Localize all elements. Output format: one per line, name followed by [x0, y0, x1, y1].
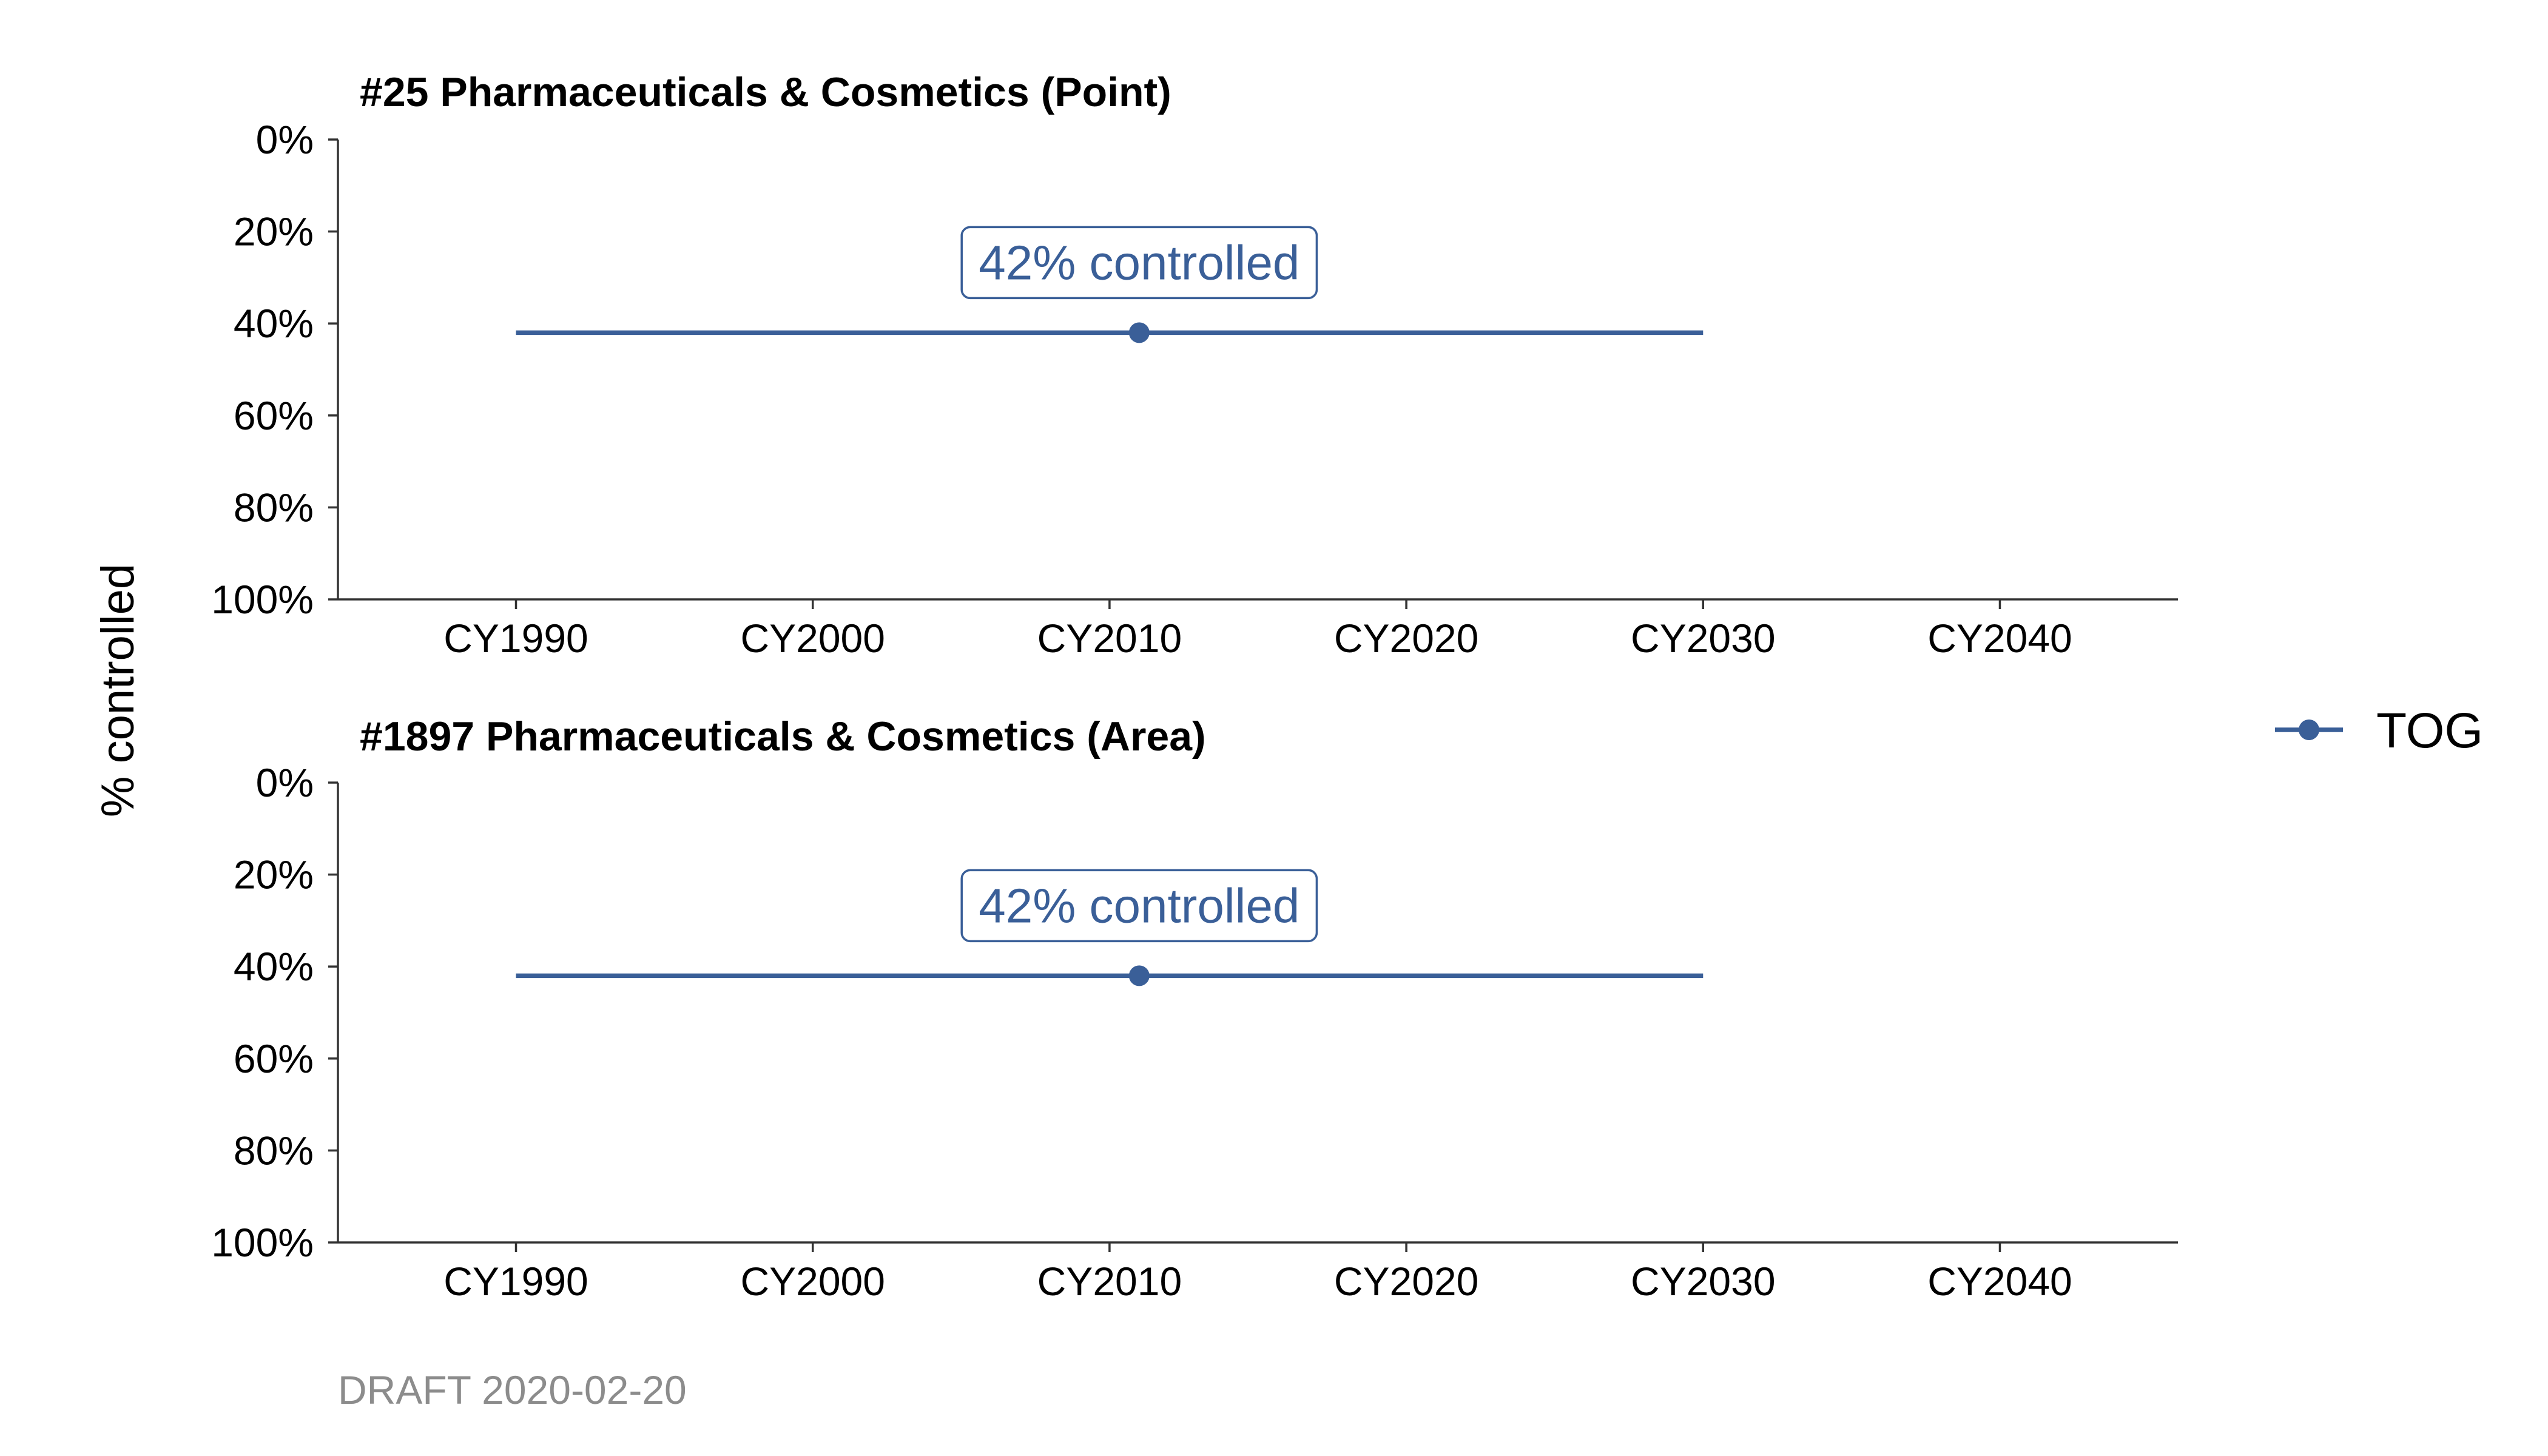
y-tick-label: 0%	[256, 117, 314, 162]
x-tick-label: CY1990	[443, 1259, 588, 1304]
x-tick-label: CY2040	[1927, 1259, 2072, 1304]
x-tick-label: CY2020	[1334, 1259, 1479, 1304]
panel-title: #25 Pharmaceuticals & Cosmetics (Point)	[360, 69, 1171, 115]
y-tick-label: 0%	[256, 760, 314, 805]
x-tick-label: CY1990	[443, 616, 588, 661]
x-tick-label: CY2010	[1037, 616, 1182, 661]
series-point-tog	[1128, 965, 1150, 986]
y-tick-label: 100%	[211, 577, 314, 622]
panel-2: #1897 Pharmaceuticals & Cosmetics (Area)…	[211, 713, 2178, 1304]
legend-point-tog	[2299, 720, 2319, 740]
y-tick-label: 40%	[234, 944, 314, 989]
y-tick-label: 60%	[234, 393, 314, 438]
y-tick-label: 20%	[234, 209, 314, 254]
y-tick-label: 100%	[211, 1220, 314, 1265]
legend-label: TOG	[2376, 703, 2483, 758]
x-tick-label: CY2030	[1631, 1259, 1776, 1304]
annotation-label: 42% controlled	[979, 235, 1299, 289]
x-tick-label: CY2010	[1037, 1259, 1182, 1304]
y-tick-label: 80%	[234, 485, 314, 530]
panel-title: #1897 Pharmaceuticals & Cosmetics (Area)	[360, 713, 1206, 760]
x-tick-label: CY2030	[1631, 616, 1776, 661]
y-axis-label: % controlled	[92, 564, 144, 817]
panel-1: #25 Pharmaceuticals & Cosmetics (Point) 0…	[211, 69, 2178, 661]
draft-footer: DRAFT 2020-02-20	[338, 1367, 687, 1412]
x-tick-label: CY2040	[1927, 616, 2072, 661]
y-tick-label: 60%	[234, 1036, 314, 1081]
chart-figure: % controlled #25 Pharmaceuticals & Cosme…	[92, 69, 2483, 1412]
y-tick-label: 40%	[234, 301, 314, 346]
series-point-tog	[1128, 322, 1150, 343]
y-tick-label: 80%	[234, 1128, 314, 1173]
x-tick-label: CY2020	[1334, 616, 1479, 661]
legend: TOG	[2275, 703, 2483, 758]
chart-panels: #25 Pharmaceuticals & Cosmetics (Point) 0…	[211, 69, 2178, 1304]
x-tick-label: CY2000	[740, 1259, 885, 1304]
y-tick-label: 20%	[234, 852, 314, 897]
x-tick-label: CY2000	[740, 616, 885, 661]
annotation-label: 42% controlled	[979, 878, 1299, 932]
